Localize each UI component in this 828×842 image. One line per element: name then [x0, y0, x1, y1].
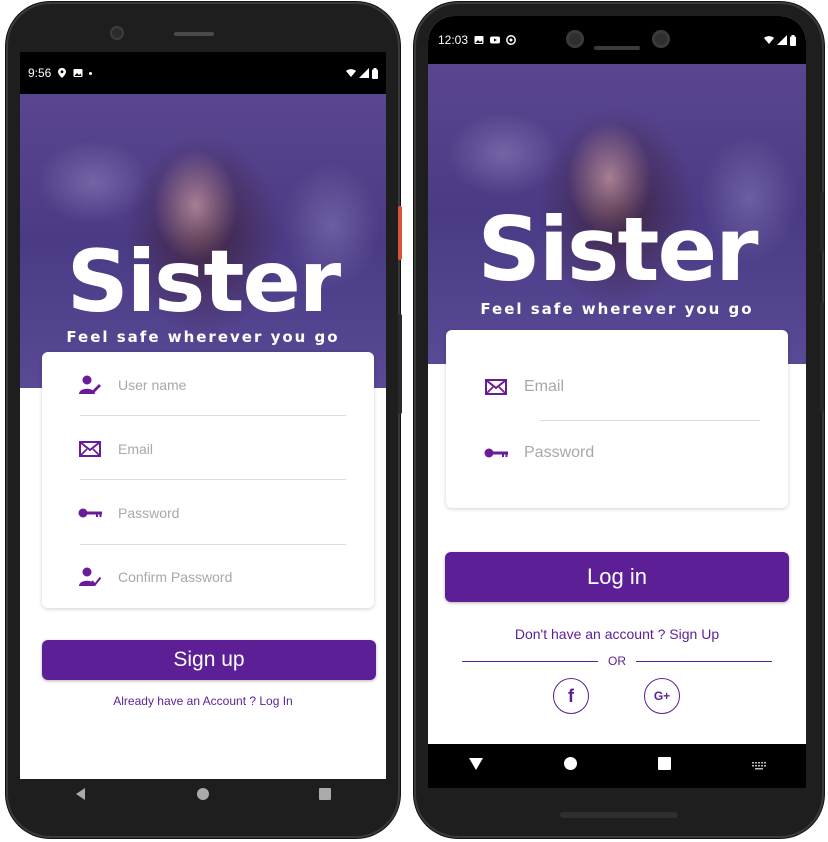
- photo-icon: [73, 69, 83, 77]
- signup-form-card: User name Email Password Confirm Passwor…: [42, 352, 374, 608]
- volume-button: [820, 302, 824, 412]
- username-field[interactable]: User name: [42, 370, 374, 400]
- sync-icon: [506, 35, 516, 45]
- login-screen: 12:03 Sister Feel safe wherever you go E…: [428, 16, 806, 744]
- or-divider: OR: [462, 654, 772, 668]
- back-icon[interactable]: [75, 787, 87, 805]
- front-camera: [566, 30, 584, 48]
- login-link[interactable]: Already have an Account ? Log In: [20, 694, 386, 708]
- brand-tagline: Feel safe wherever you go: [66, 328, 340, 346]
- field-divider: [80, 544, 346, 545]
- signup-phone-frame: 9:56 Sister Feel safe wherever you go Us…: [6, 2, 402, 838]
- front-camera: [652, 30, 670, 48]
- confirm-password-field[interactable]: Confirm Password: [42, 562, 374, 592]
- bottom-speaker: [560, 812, 678, 818]
- facebook-button[interactable]: f: [553, 678, 589, 714]
- login-form-card: Email Password: [446, 330, 788, 508]
- recents-icon[interactable]: [657, 757, 671, 775]
- front-camera: [110, 26, 124, 40]
- user-edit-icon: [78, 375, 102, 395]
- password-field[interactable]: Password: [446, 438, 788, 468]
- or-label: OR: [608, 654, 626, 668]
- user-check-icon: [78, 567, 102, 587]
- power-button: [398, 206, 402, 260]
- mail-icon: [484, 377, 508, 397]
- navigation-bar: [428, 744, 806, 788]
- login-button[interactable]: Log in: [445, 552, 789, 602]
- recents-icon[interactable]: [319, 787, 331, 805]
- hero-banner: Sister Feel safe wherever you go: [428, 64, 806, 364]
- power-button: [820, 192, 824, 252]
- display-notch: [548, 16, 688, 66]
- earpiece-speaker: [594, 46, 640, 50]
- wifi-icon: [346, 69, 356, 77]
- status-bar: 9:56: [20, 52, 386, 94]
- password-placeholder: Password: [524, 444, 595, 461]
- status-time: 9:56: [28, 66, 52, 80]
- volume-button: [398, 314, 402, 414]
- confirm-password-placeholder: Confirm Password: [118, 569, 233, 585]
- battery-icon: [790, 34, 796, 46]
- field-divider: [80, 479, 346, 480]
- notification-dot: [89, 71, 93, 75]
- login-phone-frame: 12:03 Sister Feel safe wherever you go E…: [414, 2, 824, 838]
- brand-title: Sister: [66, 232, 341, 332]
- brand-title: Sister: [477, 198, 758, 301]
- earpiece-speaker: [174, 32, 214, 36]
- email-placeholder: Email: [118, 441, 154, 457]
- password-placeholder: Password: [118, 505, 180, 521]
- signal-icon: [777, 35, 787, 45]
- password-field[interactable]: Password: [42, 498, 374, 528]
- username-placeholder: User name: [118, 377, 187, 393]
- email-placeholder: Email: [524, 378, 565, 395]
- brand-tagline: Feel safe wherever you go: [480, 300, 754, 318]
- facebook-icon: f: [568, 685, 574, 706]
- keyboard-icon[interactable]: [751, 757, 766, 775]
- signup-link[interactable]: Don't have an account ? Sign Up: [428, 626, 806, 642]
- location-icon: [58, 68, 67, 78]
- key-icon: [78, 503, 102, 523]
- home-icon[interactable]: [197, 787, 209, 805]
- email-field[interactable]: Email: [446, 372, 788, 402]
- youtube-icon: [490, 36, 501, 44]
- wifi-icon: [764, 36, 774, 44]
- back-icon[interactable]: [468, 757, 483, 775]
- google-plus-button[interactable]: G+: [644, 678, 680, 714]
- field-divider: [540, 420, 760, 421]
- email-field[interactable]: Email: [42, 434, 374, 464]
- key-icon: [484, 443, 508, 463]
- navigation-bar: [20, 778, 386, 814]
- hero-banner: Sister Feel safe wherever you go: [20, 94, 386, 388]
- signup-screen: 9:56 Sister Feel safe wherever you go Us…: [20, 52, 386, 779]
- google-plus-icon: G+: [653, 689, 671, 703]
- status-time: 12:03: [438, 33, 469, 47]
- home-icon[interactable]: [563, 757, 577, 775]
- or-line: [636, 660, 772, 662]
- battery-icon: [372, 67, 378, 79]
- signal-icon: [359, 68, 369, 78]
- or-line: [462, 660, 598, 662]
- field-divider: [80, 415, 346, 416]
- mail-icon: [78, 439, 102, 459]
- signup-button[interactable]: Sign up: [42, 640, 376, 680]
- photo-icon: [474, 36, 484, 44]
